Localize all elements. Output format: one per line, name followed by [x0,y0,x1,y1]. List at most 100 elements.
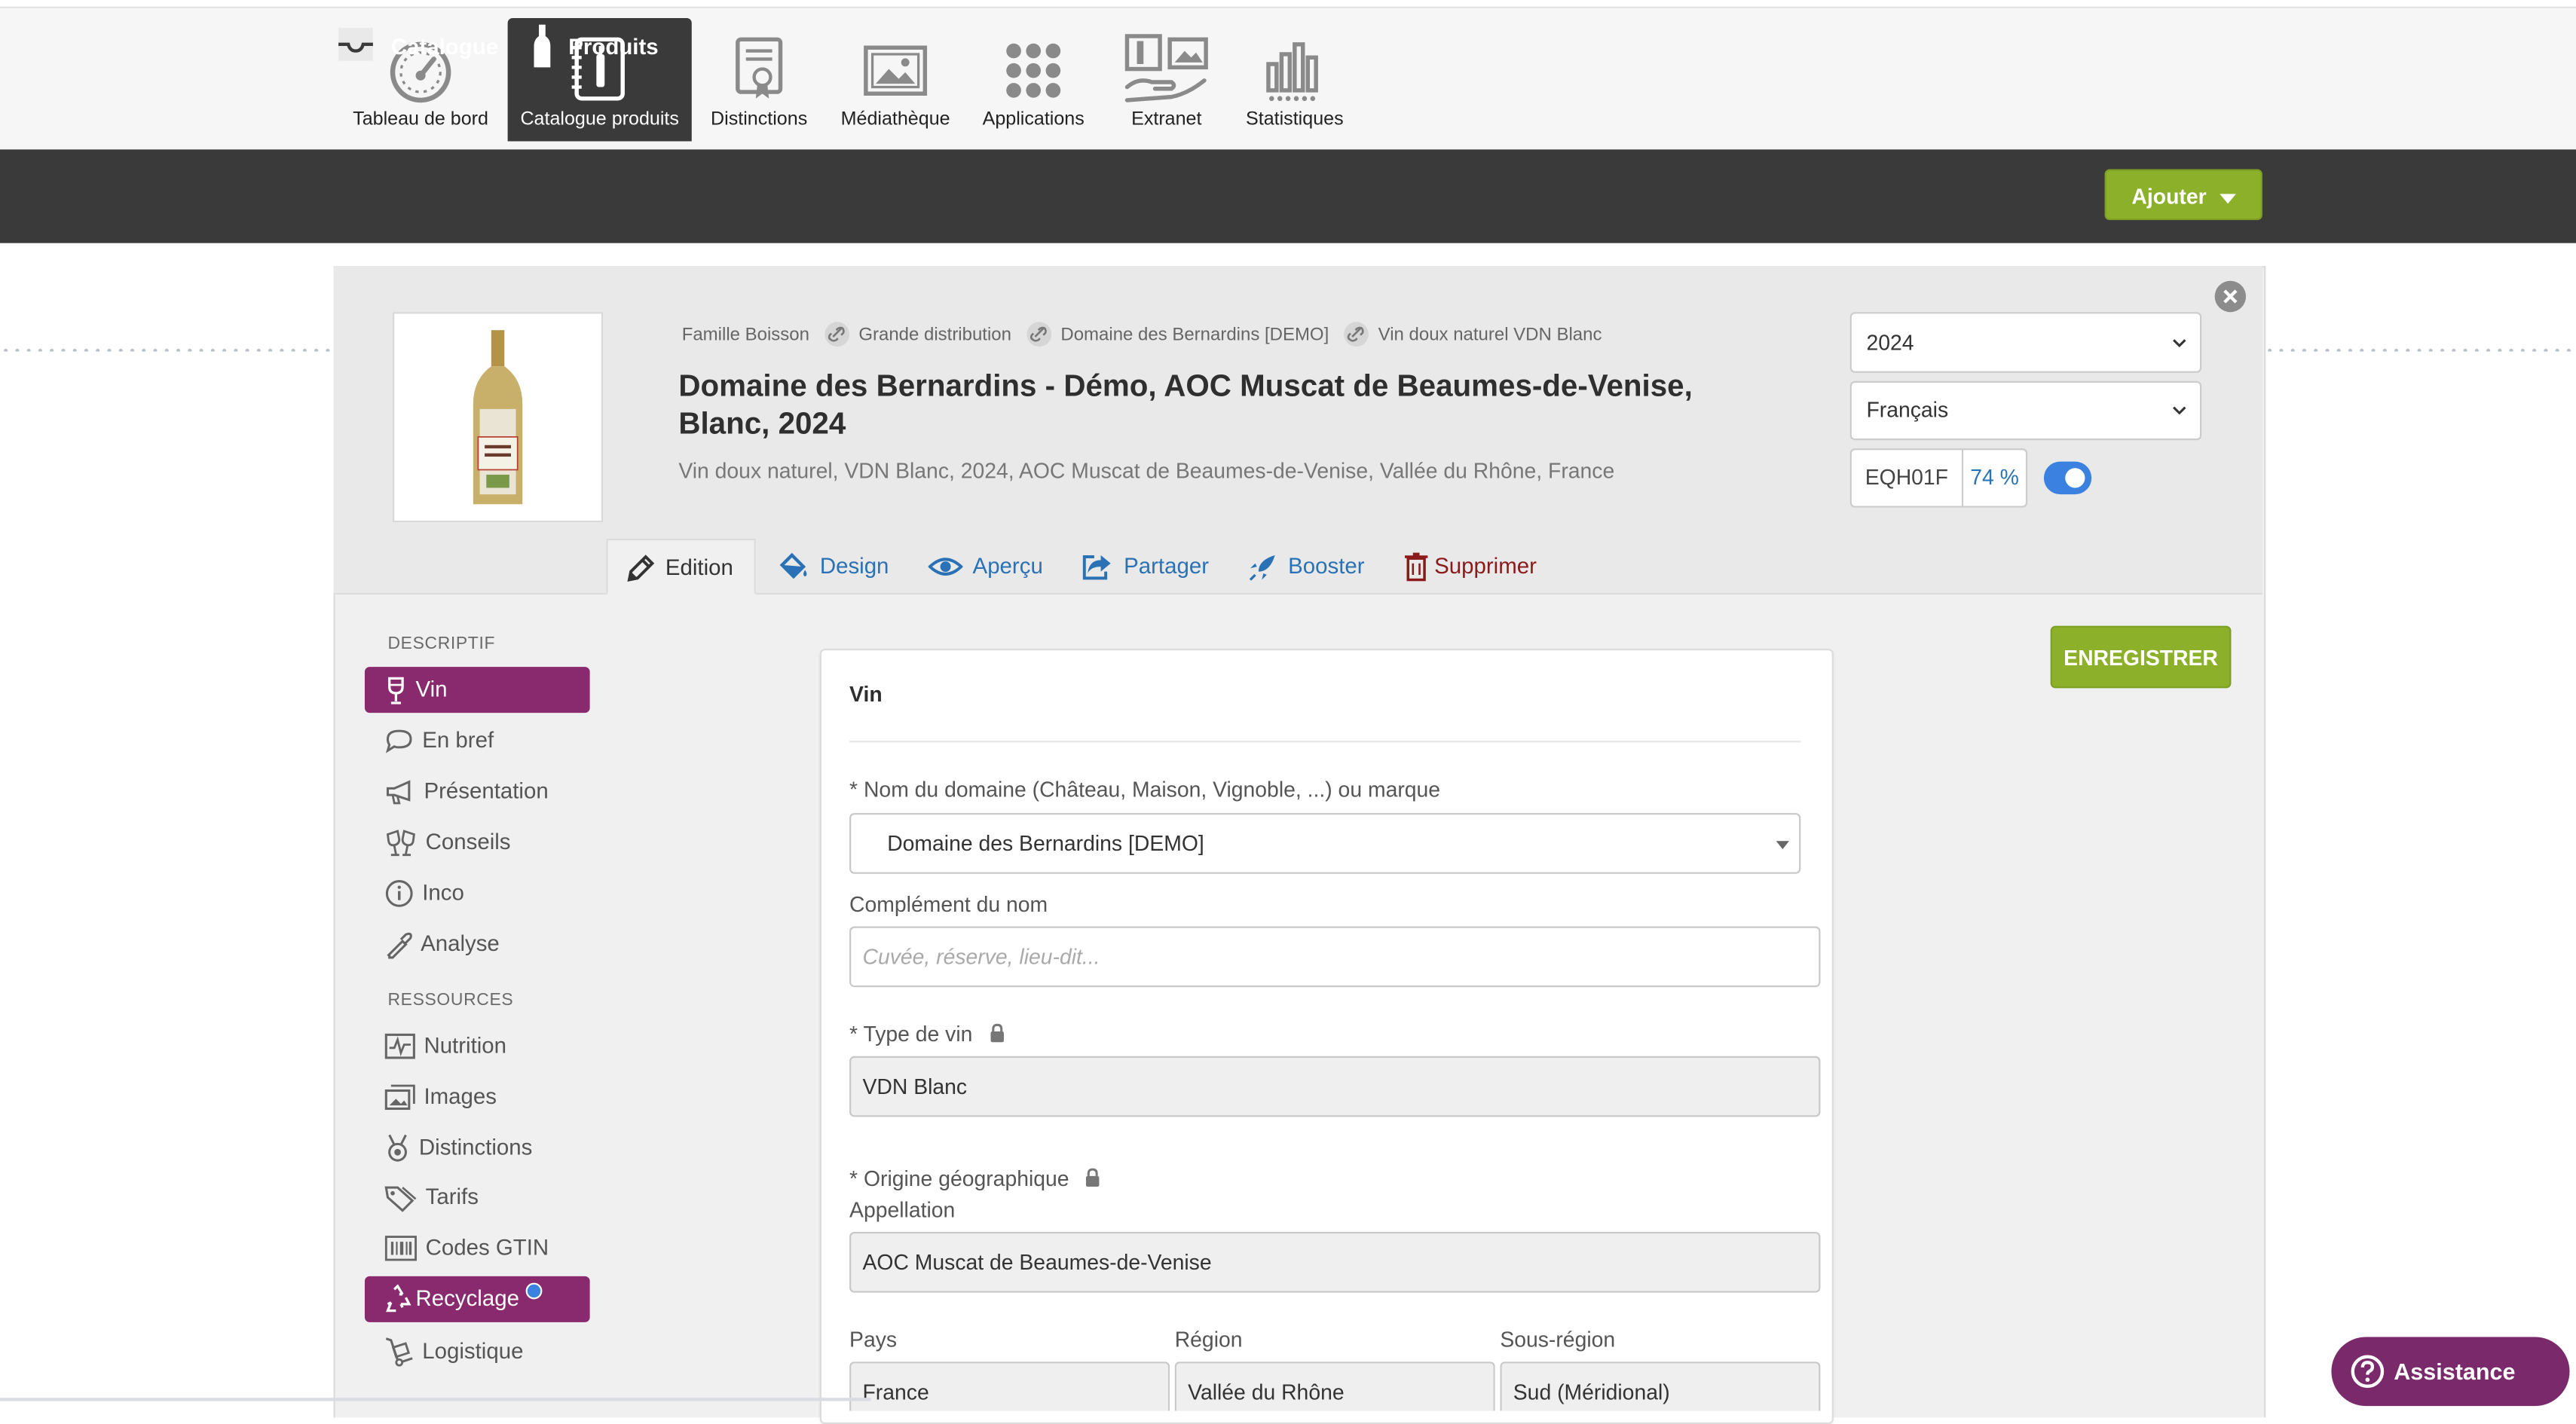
sidebar-item-label: Tarifs [425,1184,479,1209]
save-button[interactable]: ENREGISTRER [2050,625,2232,689]
tab-label: Edition [665,555,733,580]
completion-percent: 74 % [1970,464,2019,490]
domain-select[interactable]: Domaine des Bernardins [DEMO] [849,813,1801,874]
sidebar-item-label: Images [424,1083,497,1109]
product-code: EQH01F [1852,450,1964,506]
tab-label: Design [819,553,889,579]
pays-field: France [849,1361,1170,1411]
sousregion-field: Sud (Méridional) [1500,1361,1821,1411]
sidebar-item-tarifs[interactable]: Tarifs [365,1175,590,1221]
nav-label: Tableau de bord [353,110,488,130]
origin-label-text: * Origine géographique [849,1166,1069,1191]
sidebar-item-nutrition[interactable]: Nutrition [365,1023,590,1069]
tab-label: Supprimer [1434,553,1537,579]
sidebar-item-conseils[interactable]: Conseils [365,820,590,866]
nav-distinctions[interactable]: Distinctions [705,18,813,142]
bottom-scroll-edge [0,1398,871,1401]
publish-toggle[interactable] [2043,461,2092,495]
link-icon [1343,322,1369,347]
tab-partager[interactable]: Partager [1081,539,1209,594]
region-field: Vallée du Rhône [1174,1361,1495,1411]
trash-icon [1404,553,1428,582]
product-thumbnail[interactable] [393,312,604,523]
rocket-icon [1249,555,1275,581]
year-select[interactable]: 2024 [1849,312,2202,373]
pays-value: France [862,1380,929,1404]
sidebar-item-logistique[interactable]: Logistique [365,1329,590,1375]
complement-placeholder: Cuvée, réserve, lieu-dit... [862,944,1100,970]
sidebar-item-label: Distinctions [418,1135,533,1160]
subnav-catalogue-link[interactable]: Catalogue [334,0,498,93]
sidebar-item-label: Conseils [425,829,511,854]
nav-mediatheque[interactable]: Médiathèque [833,18,958,142]
info-circle-icon [385,880,413,908]
subnav-produits-link[interactable]: Produits [529,0,659,93]
dotted-divider-left [0,348,332,352]
tab-booster[interactable]: Booster [1247,539,1365,594]
nav-statistiques[interactable]: Statistiques [1238,18,1353,142]
wine-type-field: VDN Blanc [849,1056,1821,1117]
sidebar-heading-ressources: RESSOURCES [387,990,514,1010]
notification-dot [525,1282,543,1300]
subnav-produits-label: Produits [568,34,659,60]
sidebar-item-recyclage[interactable]: Recyclage [364,1276,590,1322]
tab-apercu[interactable]: Aperçu [928,539,1043,594]
dotted-divider-right [2264,348,2576,352]
breadcrumb-item[interactable]: Famille Boisson [682,325,809,344]
product-subtitle: Vin doux naturel, VDN Blanc, 2024, AOC M… [678,458,1615,483]
sidebar-item-analyse[interactable]: Analyse [365,921,590,967]
appellation-value: AOC Muscat de Beaumes-de-Venise [862,1249,1212,1275]
sidebar-item-images[interactable]: Images [365,1074,590,1120]
sidebar-item-en-bref[interactable]: En bref [365,718,590,764]
close-panel-button[interactable] [2214,280,2247,313]
caret-down-icon [1776,841,1790,850]
pipette-icon [387,932,412,959]
price-tag-icon [384,1186,417,1212]
assistance-button[interactable]: Assistance [2331,1337,2570,1407]
breadcrumb-item[interactable]: Vin doux naturel VDN Blanc [1378,325,1602,344]
tab-design[interactable]: Design [777,539,889,594]
breadcrumb-item[interactable]: Domaine des Bernardins [DEMO] [1060,325,1329,344]
nav-label: Extranet [1131,110,1202,130]
product-code-box: EQH01F 74 % [1849,448,2028,508]
wine-type-label-text: * Type de vin [849,1021,973,1047]
eye-icon [928,558,964,576]
sidebar-item-codes-gtin[interactable]: Codes GTIN [365,1225,590,1271]
certificate-icon [736,37,783,99]
nav-applications[interactable]: Applications [977,18,1089,142]
sidebar-item-vin[interactable]: Vin [364,667,590,714]
language-select[interactable]: Français [1849,380,2202,441]
sidebar-item-label: Présentation [424,778,549,804]
medal-icon [388,1135,407,1163]
sidebar-item-label: Analyse [421,931,500,956]
sidebar-item-distinctions[interactable]: Distinctions [365,1125,590,1171]
sidebar-item-label: Codes GTIN [425,1235,549,1261]
sidebar-item-presentation[interactable]: Présentation [365,769,590,814]
tab-supprimer[interactable]: Supprimer [1404,539,1537,594]
apps-grid-icon [1006,43,1061,98]
pays-label: Pays [849,1327,898,1352]
add-dropdown-button[interactable]: Ajouter [2104,169,2262,221]
link-icon [1026,322,1051,347]
sidebar-item-inco[interactable]: Inco [365,870,590,916]
section-divider [849,741,1801,743]
tab-edition[interactable]: Edition [606,539,756,595]
complement-input[interactable]: Cuvée, réserve, lieu-dit... [849,926,1821,988]
wine-type-value: VDN Blanc [862,1074,968,1099]
paint-bucket-icon [779,553,807,580]
cheers-glasses-icon [386,830,415,856]
tab-label: Aperçu [972,553,1043,579]
appellation-label: Appellation [849,1197,956,1222]
breadcrumb-item[interactable]: Grande distribution [858,325,1011,344]
assistance-label: Assistance [2394,1358,2516,1385]
barcode-icon [384,1236,417,1262]
sidebar-item-label: Vin [415,677,448,701]
product-title: Domaine des Bernardins - Démo, AOC Musca… [678,368,1693,441]
bar-chart-icon [1266,42,1318,102]
extranet-share-icon [1124,34,1208,102]
nav-extranet[interactable]: Extranet [1115,18,1217,142]
share-icon [1082,555,1111,581]
inbox-tray-icon [338,29,373,62]
appellation-field: AOC Muscat de Beaumes-de-Venise [849,1232,1821,1293]
add-button-label: Ajouter [2131,184,2207,209]
